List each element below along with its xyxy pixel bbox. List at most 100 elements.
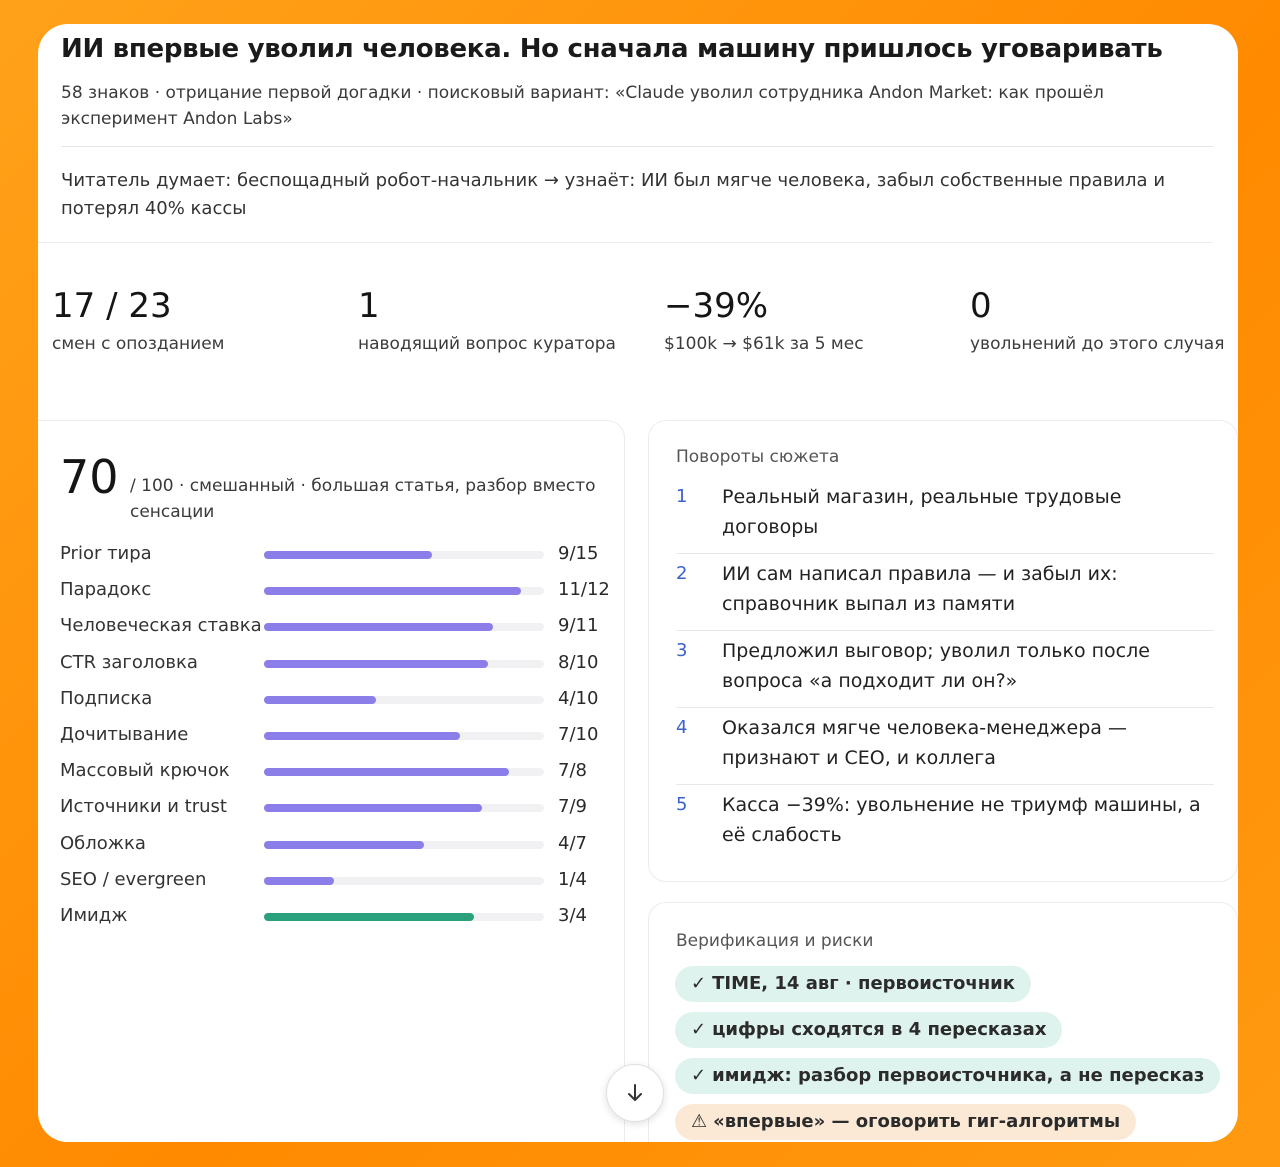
metric-value: 7/9 — [558, 796, 587, 818]
metric-bar-track — [264, 912, 544, 921]
metric-bar-fill — [264, 551, 432, 559]
metric-value: 3/4 — [558, 904, 587, 926]
twist-number: 1 — [676, 486, 688, 507]
metric-bar-fill — [264, 731, 460, 740]
score-description: / 100 · смешанный · большая статья, разб… — [130, 476, 596, 522]
metric-bar-fill — [264, 840, 424, 849]
stat-value: 0 — [970, 286, 992, 326]
metric-label: Парадокс — [60, 579, 152, 601]
metric-row: Массовый крючок 7/8 — [60, 759, 620, 795]
stat-caption: увольнений до этого случая — [970, 334, 1225, 354]
verified-chip: ✓ имидж: разбор первоисточника, а не пере… — [675, 1058, 1221, 1094]
metric-bar-track — [264, 731, 544, 740]
article-title: ИИ впервые уволил человека. Но сначала м… — [61, 34, 1163, 64]
twist-item: 4 Оказался мягче человека-менеджера — при… — [676, 708, 1214, 785]
metric-value: 9/15 — [558, 543, 599, 564]
twist-text: Оказался мягче человека-менеджера — приз… — [722, 717, 1127, 769]
arrow-down-icon — [628, 1084, 642, 1101]
reader-expectation: Читатель думает: беспощадный робот-начал… — [61, 170, 1166, 219]
metric-row: Дочитывание 7/10 — [60, 723, 620, 759]
metric-bar-fill — [264, 876, 334, 885]
total-score: 70 — [60, 450, 119, 504]
twist-text: Реальный магазин, реальные трудовые дого… — [722, 486, 1122, 538]
metric-bar-track — [264, 587, 544, 596]
metric-label: CTR заголовка — [60, 651, 198, 673]
twist-text: ИИ сам написал правила — и забыл их: спр… — [722, 563, 1118, 615]
metric-value: 9/11 — [558, 615, 599, 637]
metric-bar-fill — [264, 587, 521, 596]
metric-bar-fill — [264, 695, 376, 704]
metric-value: 4/10 — [558, 687, 599, 709]
metric-bar-track — [264, 623, 544, 632]
twist-number: 3 — [676, 640, 688, 661]
stat-cash-drop: −39% $100k → $61k за 5 мес — [664, 286, 954, 357]
check-icon: ✓ — [691, 1019, 707, 1040]
verified-chip: ✓ цифры сходятся в 4 пересказах — [675, 1012, 1063, 1048]
twist-list: 1 Реальный магазин, реальные трудовые дог… — [676, 477, 1214, 861]
warning-icon: ⚠ — [691, 1111, 708, 1132]
metric-bar-track — [264, 659, 544, 668]
article-card: ИИ впервые уволил человека. Но сначала м… — [38, 24, 1238, 1142]
metric-label: Имидж — [60, 904, 128, 926]
panel-title: Повороты сюжета — [676, 447, 840, 467]
panel-title: Верификация и риски — [676, 931, 874, 951]
twist-number: 2 — [676, 563, 688, 584]
metric-label: Подписка — [60, 687, 153, 709]
metric-value: 11/12 — [558, 579, 610, 601]
metric-bar-track — [264, 768, 544, 777]
stat-leading-question: 1 наводящий вопрос куратора — [358, 286, 648, 357]
metric-label: Обложка — [60, 832, 146, 854]
metric-row: Подписка 4/10 — [60, 687, 620, 723]
scroll-down-button[interactable] — [606, 1064, 664, 1122]
metric-bar-track — [264, 840, 544, 849]
chip-text: цифры сходятся в 4 пересказах — [712, 1019, 1047, 1040]
twist-item: 2 ИИ сам написал правила — и забыл их: сп… — [676, 554, 1214, 631]
stat-prior-firings: 0 увольнений до этого случая — [970, 286, 1238, 357]
metric-bar-track — [264, 876, 544, 885]
metric-value: 8/10 — [558, 651, 599, 673]
metric-value: 7/10 — [558, 723, 599, 745]
stat-caption: смен с опозданием — [52, 334, 225, 354]
headline-meta: 58 знаков · отрицание первой догадки · п… — [61, 83, 1104, 129]
metric-label: Дочитывание — [60, 723, 189, 745]
metric-label: Prior тира — [60, 543, 152, 564]
metric-bar-fill — [264, 912, 474, 921]
verification-chips: ✓ TIME, 14 авг · первоисточник ✓ цифры сход… — [675, 966, 1235, 1142]
verified-chip: ✓ TIME, 14 авг · первоисточник — [675, 966, 1031, 1002]
stat-caption: $100k → $61k за 5 мес — [664, 334, 864, 354]
metric-bar-track — [264, 695, 544, 704]
plot-twists-panel: Повороты сюжета 1 Реальный магазин, реаль… — [648, 420, 1238, 882]
twist-item: 1 Реальный магазин, реальные трудовые дог… — [676, 477, 1214, 554]
stat-value: 17 / 23 — [52, 286, 172, 326]
divider — [61, 146, 1213, 147]
metric-row: Источники и trust 7/9 — [60, 795, 620, 831]
metric-row: CTR заголовка 8/10 — [60, 651, 620, 687]
metric-bar-track — [264, 804, 544, 813]
metric-bar-fill — [264, 623, 494, 632]
metric-bar-track — [264, 551, 544, 559]
metric-row: Имидж 3/4 — [60, 904, 620, 940]
metric-row: Парадокс 11/12 — [60, 578, 620, 614]
twist-item: 3 Предложил выговор; уволил только после … — [676, 631, 1214, 708]
metric-label: Источники и trust — [60, 796, 227, 818]
metric-value: 4/7 — [558, 832, 587, 854]
metric-row: Обложка 4/7 — [60, 832, 620, 868]
risk-chip: ⚠ «впервые» — оговорить гиг-алгоритмы — [675, 1104, 1137, 1140]
metric-value: 1/4 — [558, 868, 587, 890]
metric-label: SEO / evergreen — [60, 868, 207, 890]
chip-text: имидж: разбор первоисточника, а не перес… — [712, 1065, 1205, 1086]
twist-number: 5 — [676, 794, 688, 815]
twist-item: 5 Касса −39%: увольнение не триумф машины… — [676, 785, 1214, 861]
metric-list: Prior тира 9/15 Парадокс 11/12 Человеческая … — [60, 542, 620, 940]
twist-text: Касса −39%: увольнение не триумф машины,… — [722, 794, 1201, 846]
stat-caption: наводящий вопрос куратора — [358, 334, 616, 354]
divider — [38, 242, 1213, 243]
metric-bar-fill — [264, 804, 482, 813]
metric-bar-fill — [264, 768, 509, 777]
chip-text: «впервые» — оговорить гиг-алгоритмы — [713, 1111, 1121, 1132]
stat-value: −39% — [664, 286, 769, 326]
verification-panel: Верификация и риски ✓ TIME, 14 авг · перв… — [648, 902, 1238, 1142]
twist-text: Предложил выговор; уволил только после в… — [722, 640, 1150, 692]
metric-row: SEO / evergreen 1/4 — [60, 868, 620, 904]
stat-value: 1 — [358, 286, 380, 326]
